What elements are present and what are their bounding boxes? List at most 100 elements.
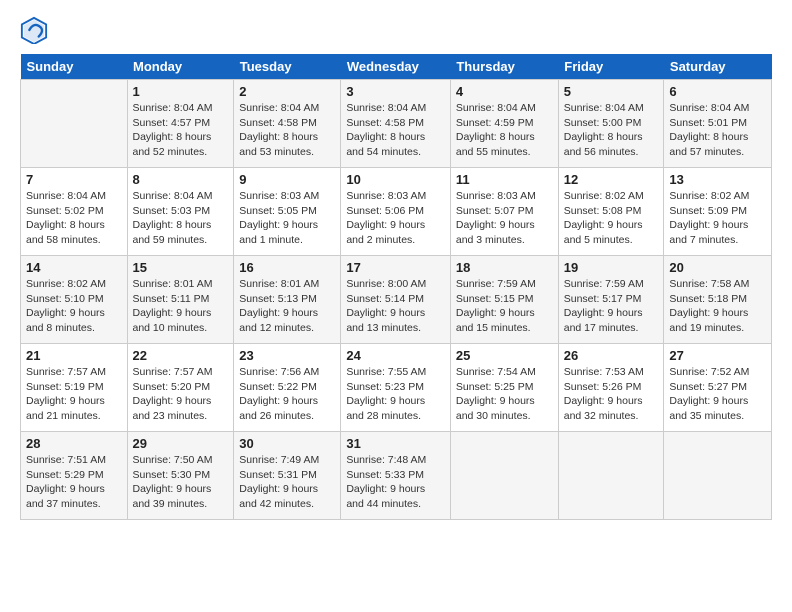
calendar-day-cell: 1Sunrise: 8:04 AM Sunset: 4:57 PM Daylig… xyxy=(127,80,234,168)
day-info: Sunrise: 8:01 AM Sunset: 5:11 PM Dayligh… xyxy=(133,277,229,336)
day-header-row: SundayMondayTuesdayWednesdayThursdayFrid… xyxy=(21,54,772,80)
calendar-day-cell: 11 Sunrise: 8:03 AM Sunset: 5:07 PM Dayli… xyxy=(450,168,558,256)
day-of-week-header: Wednesday xyxy=(341,54,451,80)
calendar-table: SundayMondayTuesdayWednesdayThursdayFrid… xyxy=(20,54,772,520)
calendar-day-cell: 26 Sunrise: 7:53 AM Sunset: 5:26 PM Dayli… xyxy=(558,344,664,432)
day-info: Sunrise: 8:04 AM Sunset: 5:00 PM Dayligh… xyxy=(564,101,659,160)
day-info: Sunrise: 8:03 AM Sunset: 5:06 PM Dayligh… xyxy=(346,189,445,248)
day-number: 27 xyxy=(669,348,766,363)
day-number: 18 xyxy=(456,260,553,275)
day-info: Sunrise: 8:03 AM Sunset: 5:05 PM Dayligh… xyxy=(239,189,335,248)
calendar-week-row: 14Sunrise: 8:02 AM Sunset: 5:10 PM Dayli… xyxy=(21,256,772,344)
day-number: 16 xyxy=(239,260,335,275)
calendar-day-cell: 27 Sunrise: 7:52 AM Sunset: 5:27 PM Dayli… xyxy=(664,344,772,432)
calendar-day-cell: 3 Sunrise: 8:04 AM Sunset: 4:58 PM Daylig… xyxy=(341,80,451,168)
day-info: Sunrise: 8:04 AM Sunset: 5:02 PM Dayligh… xyxy=(26,189,122,248)
calendar-week-row: 1Sunrise: 8:04 AM Sunset: 4:57 PM Daylig… xyxy=(21,80,772,168)
day-of-week-header: Thursday xyxy=(450,54,558,80)
day-info: Sunrise: 8:04 AM Sunset: 5:01 PM Dayligh… xyxy=(669,101,766,160)
day-of-week-header: Friday xyxy=(558,54,664,80)
calendar-day-cell: 4 Sunrise: 8:04 AM Sunset: 4:59 PM Daylig… xyxy=(450,80,558,168)
calendar-day-cell: 28 Sunrise: 7:51 AM Sunset: 5:29 PM Dayli… xyxy=(21,432,128,520)
day-info: Sunrise: 7:53 AM Sunset: 5:26 PM Dayligh… xyxy=(564,365,659,424)
calendar-day-cell: 5Sunrise: 8:04 AM Sunset: 5:00 PM Daylig… xyxy=(558,80,664,168)
calendar-day-cell: 30 Sunrise: 7:49 AM Sunset: 5:31 PM Dayli… xyxy=(234,432,341,520)
day-info: Sunrise: 8:02 AM Sunset: 5:08 PM Dayligh… xyxy=(564,189,659,248)
calendar-day-cell: 21 Sunrise: 7:57 AM Sunset: 5:19 PM Dayli… xyxy=(21,344,128,432)
day-number: 24 xyxy=(346,348,445,363)
day-of-week-header: Monday xyxy=(127,54,234,80)
day-number: 11 xyxy=(456,172,553,187)
day-info: Sunrise: 8:00 AM Sunset: 5:14 PM Dayligh… xyxy=(346,277,445,336)
day-number: 19 xyxy=(564,260,659,275)
calendar-day-cell: 16 Sunrise: 8:01 AM Sunset: 5:13 PM Dayli… xyxy=(234,256,341,344)
calendar-week-row: 21 Sunrise: 7:57 AM Sunset: 5:19 PM Dayli… xyxy=(21,344,772,432)
day-number: 12 xyxy=(564,172,659,187)
day-number: 28 xyxy=(26,436,122,451)
day-number: 17 xyxy=(346,260,445,275)
day-number: 3 xyxy=(346,84,445,99)
day-number: 10 xyxy=(346,172,445,187)
day-number: 8 xyxy=(133,172,229,187)
day-info: Sunrise: 7:57 AM Sunset: 5:20 PM Dayligh… xyxy=(133,365,229,424)
calendar-week-row: 28 Sunrise: 7:51 AM Sunset: 5:29 PM Dayli… xyxy=(21,432,772,520)
calendar-day-cell xyxy=(450,432,558,520)
day-info: Sunrise: 7:54 AM Sunset: 5:25 PM Dayligh… xyxy=(456,365,553,424)
day-number: 20 xyxy=(669,260,766,275)
day-number: 26 xyxy=(564,348,659,363)
day-info: Sunrise: 8:04 AM Sunset: 4:58 PM Dayligh… xyxy=(239,101,335,160)
logo xyxy=(20,16,52,44)
day-info: Sunrise: 8:02 AM Sunset: 5:09 PM Dayligh… xyxy=(669,189,766,248)
day-info: Sunrise: 8:04 AM Sunset: 4:58 PM Dayligh… xyxy=(346,101,445,160)
day-info: Sunrise: 7:59 AM Sunset: 5:17 PM Dayligh… xyxy=(564,277,659,336)
day-number: 6 xyxy=(669,84,766,99)
day-info: Sunrise: 7:51 AM Sunset: 5:29 PM Dayligh… xyxy=(26,453,122,512)
day-number: 23 xyxy=(239,348,335,363)
day-info: Sunrise: 7:48 AM Sunset: 5:33 PM Dayligh… xyxy=(346,453,445,512)
calendar-day-cell: 29 Sunrise: 7:50 AM Sunset: 5:30 PM Dayli… xyxy=(127,432,234,520)
calendar-day-cell: 8 Sunrise: 8:04 AM Sunset: 5:03 PM Daylig… xyxy=(127,168,234,256)
day-number: 2 xyxy=(239,84,335,99)
calendar-day-cell: 17 Sunrise: 8:00 AM Sunset: 5:14 PM Dayli… xyxy=(341,256,451,344)
day-number: 15 xyxy=(133,260,229,275)
calendar-day-cell: 14Sunrise: 8:02 AM Sunset: 5:10 PM Dayli… xyxy=(21,256,128,344)
day-of-week-header: Tuesday xyxy=(234,54,341,80)
day-number: 9 xyxy=(239,172,335,187)
day-info: Sunrise: 7:49 AM Sunset: 5:31 PM Dayligh… xyxy=(239,453,335,512)
day-info: Sunrise: 8:04 AM Sunset: 4:59 PM Dayligh… xyxy=(456,101,553,160)
calendar-day-cell: 25 Sunrise: 7:54 AM Sunset: 5:25 PM Dayli… xyxy=(450,344,558,432)
day-of-week-header: Saturday xyxy=(664,54,772,80)
calendar-day-cell xyxy=(21,80,128,168)
day-info: Sunrise: 7:59 AM Sunset: 5:15 PM Dayligh… xyxy=(456,277,553,336)
calendar-week-row: 7 Sunrise: 8:04 AM Sunset: 5:02 PM Daylig… xyxy=(21,168,772,256)
day-info: Sunrise: 8:01 AM Sunset: 5:13 PM Dayligh… xyxy=(239,277,335,336)
day-info: Sunrise: 8:03 AM Sunset: 5:07 PM Dayligh… xyxy=(456,189,553,248)
day-info: Sunrise: 8:04 AM Sunset: 5:03 PM Dayligh… xyxy=(133,189,229,248)
day-number: 30 xyxy=(239,436,335,451)
day-number: 25 xyxy=(456,348,553,363)
day-info: Sunrise: 7:58 AM Sunset: 5:18 PM Dayligh… xyxy=(669,277,766,336)
calendar-day-cell: 6 Sunrise: 8:04 AM Sunset: 5:01 PM Daylig… xyxy=(664,80,772,168)
calendar-day-cell: 15 Sunrise: 8:01 AM Sunset: 5:11 PM Dayli… xyxy=(127,256,234,344)
day-number: 1 xyxy=(133,84,229,99)
day-number: 14 xyxy=(26,260,122,275)
day-number: 21 xyxy=(26,348,122,363)
header xyxy=(20,16,772,44)
day-number: 13 xyxy=(669,172,766,187)
day-number: 31 xyxy=(346,436,445,451)
day-number: 29 xyxy=(133,436,229,451)
calendar-day-cell xyxy=(664,432,772,520)
day-info: Sunrise: 7:50 AM Sunset: 5:30 PM Dayligh… xyxy=(133,453,229,512)
calendar-day-cell: 13 Sunrise: 8:02 AM Sunset: 5:09 PM Dayli… xyxy=(664,168,772,256)
calendar-day-cell: 7 Sunrise: 8:04 AM Sunset: 5:02 PM Daylig… xyxy=(21,168,128,256)
day-number: 4 xyxy=(456,84,553,99)
day-info: Sunrise: 7:57 AM Sunset: 5:19 PM Dayligh… xyxy=(26,365,122,424)
calendar-day-cell: 23Sunrise: 7:56 AM Sunset: 5:22 PM Dayli… xyxy=(234,344,341,432)
day-number: 7 xyxy=(26,172,122,187)
day-info: Sunrise: 7:55 AM Sunset: 5:23 PM Dayligh… xyxy=(346,365,445,424)
calendar-day-cell: 20 Sunrise: 7:58 AM Sunset: 5:18 PM Dayli… xyxy=(664,256,772,344)
calendar-day-cell: 19 Sunrise: 7:59 AM Sunset: 5:17 PM Dayli… xyxy=(558,256,664,344)
day-of-week-header: Sunday xyxy=(21,54,128,80)
logo-icon xyxy=(20,16,48,44)
day-info: Sunrise: 7:52 AM Sunset: 5:27 PM Dayligh… xyxy=(669,365,766,424)
